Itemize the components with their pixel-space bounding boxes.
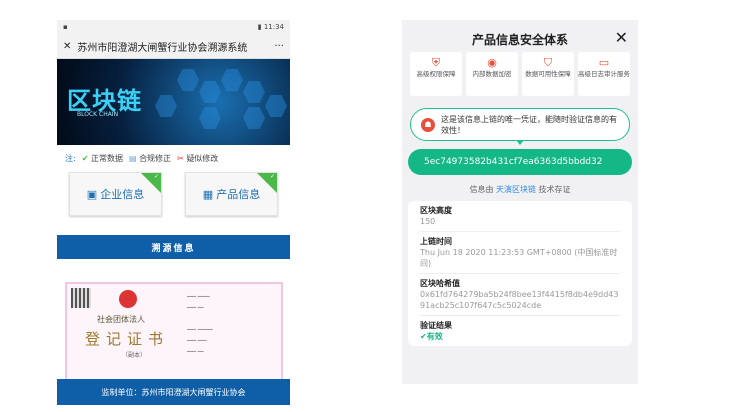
card-label: 企业信息 — [100, 188, 145, 201]
chain-info-card: 区块高度 150 上链时间 Thu Jun 18 2020 11:23:53 GMT… — [408, 201, 632, 346]
cert-line2: 登记证书 — [85, 330, 170, 348]
tx-hash-pill[interactable]: 5ec74973582b431cf7ea6363d5bbdd32 — [408, 149, 632, 175]
product-info-card[interactable]: ▦ 产品信息 ✓ — [185, 172, 278, 216]
cert-details: ━━━ ━━━━ ━━━ ━━ ━━━ ━━━━━ ━━━ ━━━ ━━━ ━━ — [187, 294, 213, 355]
feature-label: 数据可用性保障 — [525, 70, 571, 78]
verify-status: 有效 — [426, 332, 443, 341]
building-icon: ▣ — [86, 187, 98, 201]
title-bar: ✕ 苏州市阳澄湖大闸蟹行业协会溯源系统 ··· — [57, 34, 290, 59]
row-value: 150 — [420, 217, 436, 226]
row-key: 区块哈希值 — [420, 279, 460, 288]
row-key: 区块高度 — [420, 206, 452, 215]
banner-subtitle: BLOCK CHAIN — [77, 111, 119, 118]
feature-availability: ⛉ 数据可用性保障 — [522, 52, 574, 96]
row-key: 上链时间 — [420, 237, 452, 246]
document-icon: ▤ — [128, 154, 137, 163]
legend-normal: 正常数据 — [90, 154, 123, 163]
cross-icon: ✂ — [177, 154, 184, 163]
block-hash-row: 区块哈希值 0x61fd764279ba5b24f8bee13f4415f8db4… — [420, 274, 620, 316]
provider-prefix: 信息由 — [469, 185, 494, 194]
check-icon: ✓ — [269, 173, 275, 180]
right-phone-screen: 产品信息安全体系 ✕ ⛨ 高级权限保障 ◉ 内部数据加密 ⛉ 数据可用性保障 ▭ 高级日… — [402, 20, 638, 384]
more-button[interactable]: ··· — [274, 41, 284, 52]
grid-icon: ▦ — [202, 187, 214, 201]
provider-line: 信息由 天演区块链 技术存证 — [402, 184, 638, 195]
block-height-row: 区块高度 150 — [420, 201, 620, 232]
provider-link[interactable]: 天演区块链 — [496, 185, 536, 194]
eye-shield-icon: ◉ — [487, 56, 497, 69]
log-icon: ▭ — [598, 56, 610, 69]
company-info-card[interactable]: ▣ 企业信息 ✓ — [69, 172, 162, 216]
check-shield-icon: ⛉ — [543, 56, 553, 69]
legend: 注: ✔ 正常数据 ▤ 合规修正 ✂ 疑似修改 — [57, 145, 290, 172]
check-icon: ✓ — [153, 173, 159, 180]
bubble-text: 这是该信息上链的唯一凭证，能随时验证信息的有效性！ — [441, 114, 617, 135]
trace-info-button[interactable]: 溯源信息 — [57, 235, 290, 259]
cert-line1: 社会团体法人 — [97, 315, 145, 324]
page-title: 苏州市阳澄湖大闸蟹行业协会溯源系统 — [77, 42, 248, 54]
legend-suspect: 疑似修改 — [186, 154, 219, 163]
status-time: 11:34 — [263, 23, 284, 31]
close-button[interactable]: ✕ — [63, 41, 71, 52]
row-key: 验证结果 — [420, 321, 452, 330]
row-value: 0x61fd764279ba5b24f8bee13f4415f8db4e9dd4… — [420, 290, 619, 310]
check-icon: ✔ — [81, 154, 89, 163]
feature-encryption: ◉ 内部数据加密 — [466, 52, 518, 96]
check-icon: ✔ — [420, 332, 427, 341]
provider-suffix: 技术存证 — [538, 185, 571, 194]
close-button[interactable]: ✕ — [615, 28, 628, 47]
feature-label: 高级日志审计服务 — [578, 70, 630, 78]
feature-permission: ⛨ 高级权限保障 — [410, 52, 462, 96]
security-title: 产品信息安全体系 — [471, 33, 568, 47]
card-label: 产品信息 — [216, 188, 261, 201]
footer-supervisor: 监制单位：苏州市阳澄湖大闸蟹行业协会 — [57, 379, 290, 405]
row-value: Thu Jun 18 2020 11:23:53 GMT+0800 (中国标准时… — [420, 248, 618, 268]
notification-icon: ▪ — [63, 23, 68, 31]
status-bar: ▪ ▮ 11:34 — [57, 20, 290, 34]
registration-certificate-image: 社会团体法人 登记证书 （副本） ━━━ ━━━━ ━━━ ━━ ━━━ ━━━━━… — [65, 282, 283, 382]
key-shield-icon: ⛨ — [431, 56, 441, 69]
cert-line3: （副本） — [122, 352, 147, 359]
certificate-icon: ☗ — [421, 117, 435, 132]
info-bubble: ☗ 这是该信息上链的唯一凭证，能随时验证信息的有效性！ — [410, 108, 630, 145]
national-emblem-icon — [119, 290, 137, 308]
legend-compliant: 合规修正 — [139, 154, 172, 163]
verify-result-row: 验证结果 ✔有效 — [420, 316, 620, 346]
chain-time-row: 上链时间 Thu Jun 18 2020 11:23:53 GMT+0800 (中… — [420, 232, 620, 274]
qr-code-icon — [71, 288, 91, 308]
legend-note: 注: — [65, 154, 76, 163]
feature-label: 内部数据加密 — [472, 70, 512, 78]
blockchain-banner: 区块链 BLOCK CHAIN — [57, 59, 290, 145]
feature-label: 高级权限保障 — [416, 70, 456, 78]
feature-audit: ▭ 高级日志审计服务 — [578, 52, 630, 96]
left-phone-screen: ▪ ▮ 11:34 ✕ 苏州市阳澄湖大闸蟹行业协会溯源系统 ··· 区块链 BLO… — [57, 20, 290, 405]
